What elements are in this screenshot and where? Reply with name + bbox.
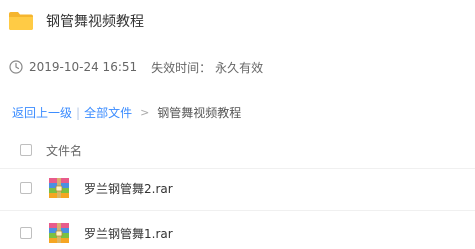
row-checkbox[interactable] xyxy=(20,182,32,194)
back-link[interactable]: 返回上一级 xyxy=(12,104,72,121)
share-page: 钢管舞视频教程 2019-10-24 16:51 失效时间： 永久有效 返回上一… xyxy=(0,0,475,249)
table-row[interactable]: 罗兰钢管舞2.rar xyxy=(0,166,475,211)
file-name[interactable]: 罗兰钢管舞2.rar xyxy=(84,180,173,197)
file-name[interactable]: 罗兰钢管舞1.rar xyxy=(84,225,173,242)
rar-archive-icon xyxy=(49,223,69,243)
folder-header: 钢管舞视频教程 xyxy=(8,8,144,34)
column-filename[interactable]: 文件名 xyxy=(46,142,82,159)
clock-icon xyxy=(9,60,23,74)
chevron-right-icon: > xyxy=(140,106,150,119)
rar-archive-icon xyxy=(49,178,69,198)
row-checkbox[interactable] xyxy=(20,227,32,239)
table-row[interactable]: 罗兰钢管舞1.rar xyxy=(0,211,475,249)
page-title: 钢管舞视频教程 xyxy=(46,14,144,30)
share-date: 2019-10-24 16:51 xyxy=(29,60,138,74)
breadcrumb: 返回上一级 | 全部文件 > 钢管舞视频教程 xyxy=(12,104,241,121)
breadcrumb-current: 钢管舞视频教程 xyxy=(157,106,242,120)
expire-label: 失效时间： xyxy=(151,60,212,75)
breadcrumb-separator: | xyxy=(76,105,81,120)
expire-value: 永久有效 xyxy=(215,60,264,75)
share-meta: 2019-10-24 16:51 失效时间： 永久有效 xyxy=(9,59,263,75)
folder-icon xyxy=(9,12,33,30)
all-files-link[interactable]: 全部文件 xyxy=(84,104,132,121)
select-all-checkbox[interactable] xyxy=(20,144,32,156)
file-table-header: 文件名 xyxy=(0,132,475,169)
